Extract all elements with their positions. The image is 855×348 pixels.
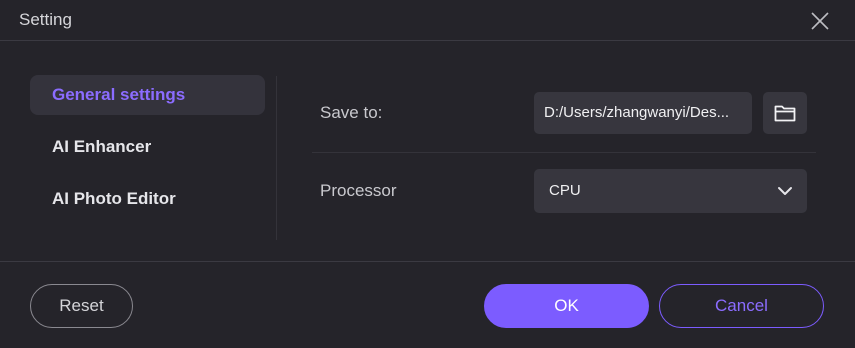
dialog-title: Setting (19, 10, 72, 29)
processor-selected-value: CPU (549, 182, 581, 199)
processor-label: Processor (320, 181, 397, 200)
title-bar: Setting (0, 0, 855, 41)
ok-button[interactable]: OK (484, 284, 649, 328)
sidebar-item-general-settings[interactable]: General settings (30, 75, 265, 115)
sidebar-divider (276, 76, 277, 240)
browse-folder-button[interactable] (763, 92, 807, 134)
chevron-down-icon (778, 187, 792, 195)
sidebar-item-ai-photo-editor[interactable]: AI Photo Editor (30, 179, 265, 219)
save-to-label: Save to: (320, 103, 383, 122)
sidebar-item-ai-enhancer[interactable]: AI Enhancer (30, 127, 265, 167)
settings-sidebar: General settings AI Enhancer AI Photo Ed… (30, 75, 266, 231)
footer-divider (0, 261, 855, 262)
reset-button[interactable]: Reset (30, 284, 133, 328)
close-icon (811, 12, 829, 30)
folder-icon (774, 105, 796, 122)
processor-select[interactable]: CPU (534, 169, 807, 213)
cancel-button[interactable]: Cancel (659, 284, 824, 328)
save-path-field[interactable]: D:/Users/zhangwanyi/Des... (534, 92, 752, 134)
close-button[interactable] (806, 7, 834, 35)
content-divider (312, 152, 816, 153)
settings-dialog: Setting General settings AI Enhancer AI … (0, 0, 855, 348)
